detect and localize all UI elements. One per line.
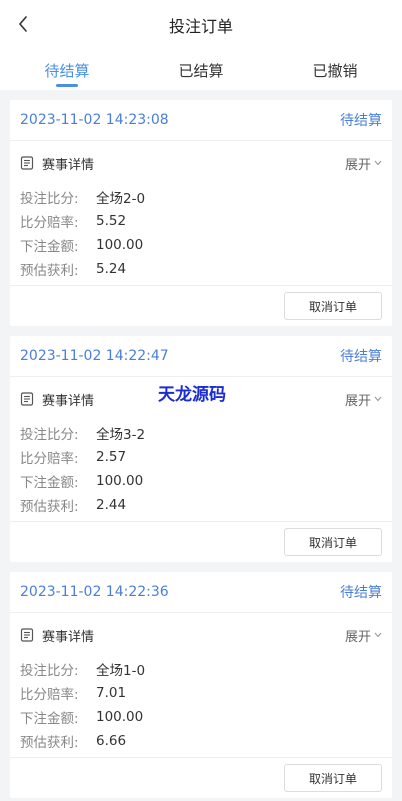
- expand-button[interactable]: 展开: [345, 626, 382, 645]
- expand-label: 展开: [344, 629, 371, 645]
- match-detail-label: 赛事详情: [42, 629, 95, 645]
- info-label: 预估获利:: [20, 735, 79, 751]
- chevron-down-icon: [374, 632, 382, 638]
- tab-label: 待结算: [44, 61, 90, 80]
- info-label: 下注金额:: [20, 475, 79, 491]
- match-detail-row: 赛事详情 展开: [10, 377, 392, 421]
- info-label: 投注比分:: [20, 191, 79, 207]
- profit-value: 5.24: [96, 261, 127, 277]
- page-title: 投注订单: [168, 17, 233, 36]
- order-time: 2023-11-02 14:22:36: [20, 584, 169, 600]
- order-header: 2023-11-02 14:23:08 待结算: [10, 100, 392, 141]
- profit-value: 6.66: [96, 733, 127, 749]
- chevron-down-icon: [374, 396, 382, 402]
- bet-score-value: 全场2-0: [96, 191, 146, 207]
- info-row-amount: 下注金额: 100.00: [20, 233, 382, 257]
- info-label: 投注比分:: [20, 427, 79, 443]
- info-label: 比分赔率:: [20, 451, 79, 467]
- info-label: 比分赔率:: [20, 687, 79, 703]
- tab-label: 已结算: [178, 61, 224, 80]
- cancel-order-button[interactable]: 取消订单: [284, 528, 382, 556]
- amount-value: 100.00: [96, 237, 144, 253]
- order-card: 2023-11-02 14:22:47 待结算 赛事详情 展开 投注比分: 全场…: [10, 336, 392, 562]
- order-status: 待结算: [340, 113, 382, 129]
- info-row-amount: 下注金额: 100.00: [20, 705, 382, 729]
- info-row-bet-score: 投注比分: 全场2-0: [20, 185, 382, 209]
- info-label: 下注金额:: [20, 711, 79, 727]
- expand-button[interactable]: 展开: [345, 390, 382, 409]
- match-detail-title: 赛事详情: [20, 154, 94, 173]
- bet-score-value: 全场1-0: [96, 663, 146, 679]
- info-row-odds: 比分赔率: 5.52: [20, 209, 382, 233]
- order-status: 待结算: [340, 585, 382, 601]
- order-footer: 取消订单: [10, 521, 392, 562]
- order-info: 投注比分: 全场3-2 比分赔率: 2.57 下注金额: 100.00 预估获利…: [10, 421, 392, 521]
- odds-value: 7.01: [96, 685, 127, 701]
- match-detail-label: 赛事详情: [42, 157, 95, 173]
- tab-cancelled[interactable]: 已撤销: [268, 50, 402, 90]
- info-row-profit: 预估获利: 6.66: [20, 729, 382, 753]
- tab-settled[interactable]: 已结算: [134, 50, 268, 90]
- order-info: 投注比分: 全场1-0 比分赔率: 7.01 下注金额: 100.00 预估获利…: [10, 657, 392, 757]
- document-icon: [20, 392, 34, 406]
- order-header: 2023-11-02 14:22:47 待结算: [10, 336, 392, 377]
- order-footer: 取消订单: [10, 285, 392, 326]
- profit-value: 2.44: [96, 497, 127, 513]
- info-label: 投注比分:: [20, 663, 79, 679]
- info-row-odds: 比分赔率: 2.57: [20, 445, 382, 469]
- order-footer: 取消订单: [10, 757, 392, 798]
- info-row-amount: 下注金额: 100.00: [20, 469, 382, 493]
- amount-value: 100.00: [96, 473, 144, 489]
- expand-label: 展开: [344, 157, 371, 173]
- info-row-bet-score: 投注比分: 全场1-0: [20, 657, 382, 681]
- info-label: 预估获利:: [20, 499, 79, 515]
- order-card: 2023-11-02 14:23:08 待结算 赛事详情 展开 投注比分: 全场…: [10, 100, 392, 326]
- order-card: 2023-11-02 14:22:36 待结算 赛事详情 展开 投注比分: 全场…: [10, 572, 392, 798]
- odds-value: 2.57: [96, 449, 127, 465]
- document-icon: [20, 156, 34, 170]
- info-row-profit: 预估获利: 2.44: [20, 493, 382, 517]
- info-label: 下注金额:: [20, 239, 79, 255]
- chevron-left-icon: [19, 16, 27, 32]
- order-time: 2023-11-02 14:22:47: [20, 348, 169, 364]
- chevron-down-icon: [374, 160, 382, 166]
- tab-pending[interactable]: 待结算: [0, 50, 134, 90]
- cancel-order-button[interactable]: 取消订单: [284, 292, 382, 320]
- document-icon: [20, 628, 34, 642]
- order-time: 2023-11-02 14:23:08: [20, 112, 169, 128]
- order-status: 待结算: [340, 349, 382, 365]
- odds-value: 5.52: [96, 213, 127, 229]
- expand-label: 展开: [344, 393, 371, 409]
- amount-value: 100.00: [96, 709, 144, 725]
- tab-label: 已撤销: [312, 61, 358, 80]
- order-list: 2023-11-02 14:23:08 待结算 赛事详情 展开 投注比分: 全场…: [0, 90, 402, 798]
- cancel-order-button[interactable]: 取消订单: [284, 764, 382, 792]
- info-label: 比分赔率:: [20, 215, 79, 231]
- order-tabs: 待结算 已结算 已撤销: [0, 50, 402, 90]
- info-row-odds: 比分赔率: 7.01: [20, 681, 382, 705]
- bet-score-value: 全场3-2: [96, 427, 146, 443]
- info-label: 预估获利:: [20, 263, 79, 279]
- info-row-profit: 预估获利: 5.24: [20, 257, 382, 281]
- match-detail-row: 赛事详情 展开: [10, 141, 392, 185]
- match-detail-row: 赛事详情 展开: [10, 613, 392, 657]
- match-detail-title: 赛事详情: [20, 626, 94, 645]
- info-row-bet-score: 投注比分: 全场3-2: [20, 421, 382, 445]
- top-bar: 投注订单: [0, 0, 402, 50]
- order-info: 投注比分: 全场2-0 比分赔率: 5.52 下注金额: 100.00 预估获利…: [10, 185, 392, 285]
- match-detail-title: 赛事详情: [20, 390, 94, 409]
- back-button[interactable]: [12, 13, 34, 35]
- expand-button[interactable]: 展开: [345, 154, 382, 173]
- active-tab-indicator: [56, 84, 78, 87]
- order-header: 2023-11-02 14:22:36 待结算: [10, 572, 392, 613]
- match-detail-label: 赛事详情: [42, 393, 95, 409]
